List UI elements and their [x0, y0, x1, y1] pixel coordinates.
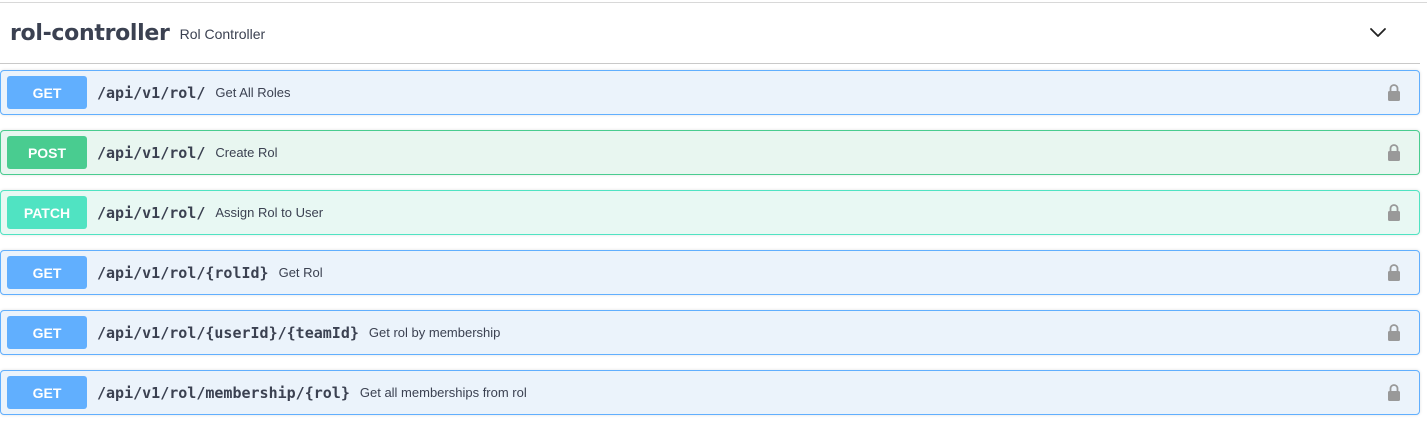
operation-summary: Get all memberships from rol	[359, 385, 527, 400]
tag-header-rol-controller[interactable]: rol-controller Rol Controller	[0, 3, 1420, 64]
method-badge: GET	[7, 316, 87, 349]
method-badge: GET	[7, 376, 87, 409]
operation-get-rol-by-membership[interactable]: GET /api/v1/rol/{userId}/{teamId} Get ro…	[0, 310, 1420, 355]
operation-path: /api/v1/rol/	[97, 83, 206, 102]
lock-icon[interactable]	[1387, 203, 1401, 222]
operations-list: GET /api/v1/rol/ Get All Roles POST /api…	[0, 70, 1420, 430]
lock-icon[interactable]	[1387, 323, 1401, 342]
chevron-down-icon[interactable]	[1369, 25, 1387, 39]
operation-get-all-roles[interactable]: GET /api/v1/rol/ Get All Roles	[0, 70, 1420, 115]
lock-icon[interactable]	[1387, 143, 1401, 162]
operation-path: /api/v1/rol/	[97, 203, 206, 222]
operation-summary: Get rol by membership	[368, 325, 501, 340]
operation-path: /api/v1/rol/	[97, 143, 206, 162]
method-badge: GET	[7, 256, 87, 289]
operation-path: /api/v1/rol/membership/{rol}	[97, 383, 350, 402]
tag-description: Rol Controller	[179, 26, 266, 42]
method-badge: PATCH	[7, 196, 87, 229]
operation-summary: Get All Roles	[215, 85, 291, 100]
lock-icon[interactable]	[1387, 263, 1401, 282]
lock-icon[interactable]	[1387, 83, 1401, 102]
operation-assign-rol-to-user[interactable]: PATCH /api/v1/rol/ Assign Rol to User	[0, 190, 1420, 235]
operation-summary: Get Rol	[278, 265, 323, 280]
operation-path: /api/v1/rol/{rolId}	[97, 263, 269, 282]
lock-icon[interactable]	[1387, 383, 1401, 402]
method-badge: POST	[7, 136, 87, 169]
operation-path: /api/v1/rol/{userId}/{teamId}	[97, 323, 359, 342]
operation-get-all-memberships-from-rol[interactable]: GET /api/v1/rol/membership/{rol} Get all…	[0, 370, 1420, 415]
method-badge: GET	[7, 76, 87, 109]
operation-create-rol[interactable]: POST /api/v1/rol/ Create Rol	[0, 130, 1420, 175]
operation-get-rol[interactable]: GET /api/v1/rol/{rolId} Get Rol	[0, 250, 1420, 295]
operation-summary: Create Rol	[215, 145, 278, 160]
operation-summary: Assign Rol to User	[215, 205, 324, 220]
tag-name: rol-controller	[10, 20, 170, 46]
